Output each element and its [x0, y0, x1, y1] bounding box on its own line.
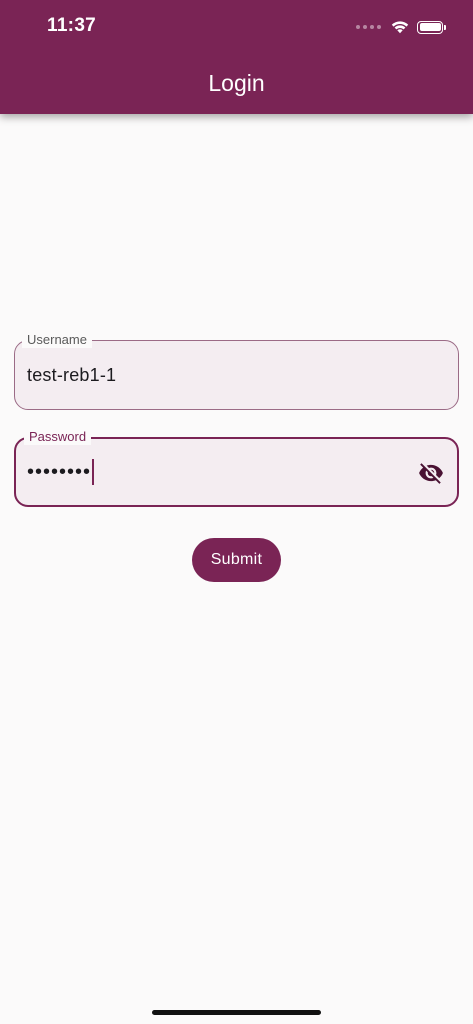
- status-icons: [356, 17, 446, 37]
- visibility-off-icon: [419, 463, 443, 484]
- password-label: Password: [24, 429, 92, 445]
- status-time: 11:37: [47, 15, 97, 36]
- battery-icon: [417, 20, 446, 34]
- cellular-signal-icon: [356, 25, 381, 29]
- password-input[interactable]: ••••••••: [27, 459, 95, 485]
- submit-button[interactable]: Submit: [192, 538, 281, 582]
- text-caret: [92, 459, 95, 485]
- toggle-password-visibility-button[interactable]: [417, 459, 445, 487]
- wifi-icon: [391, 21, 409, 34]
- app-bar: 11:37 Login: [0, 0, 473, 114]
- username-field[interactable]: Username test-reb1-1: [14, 332, 459, 410]
- home-indicator: [152, 1010, 321, 1015]
- page-title: Login: [208, 70, 265, 96]
- password-masked-value: ••••••••: [27, 460, 92, 483]
- username-label: Username: [22, 332, 92, 348]
- password-field[interactable]: Password ••••••••: [14, 429, 459, 507]
- username-value[interactable]: test-reb1-1: [27, 365, 116, 386]
